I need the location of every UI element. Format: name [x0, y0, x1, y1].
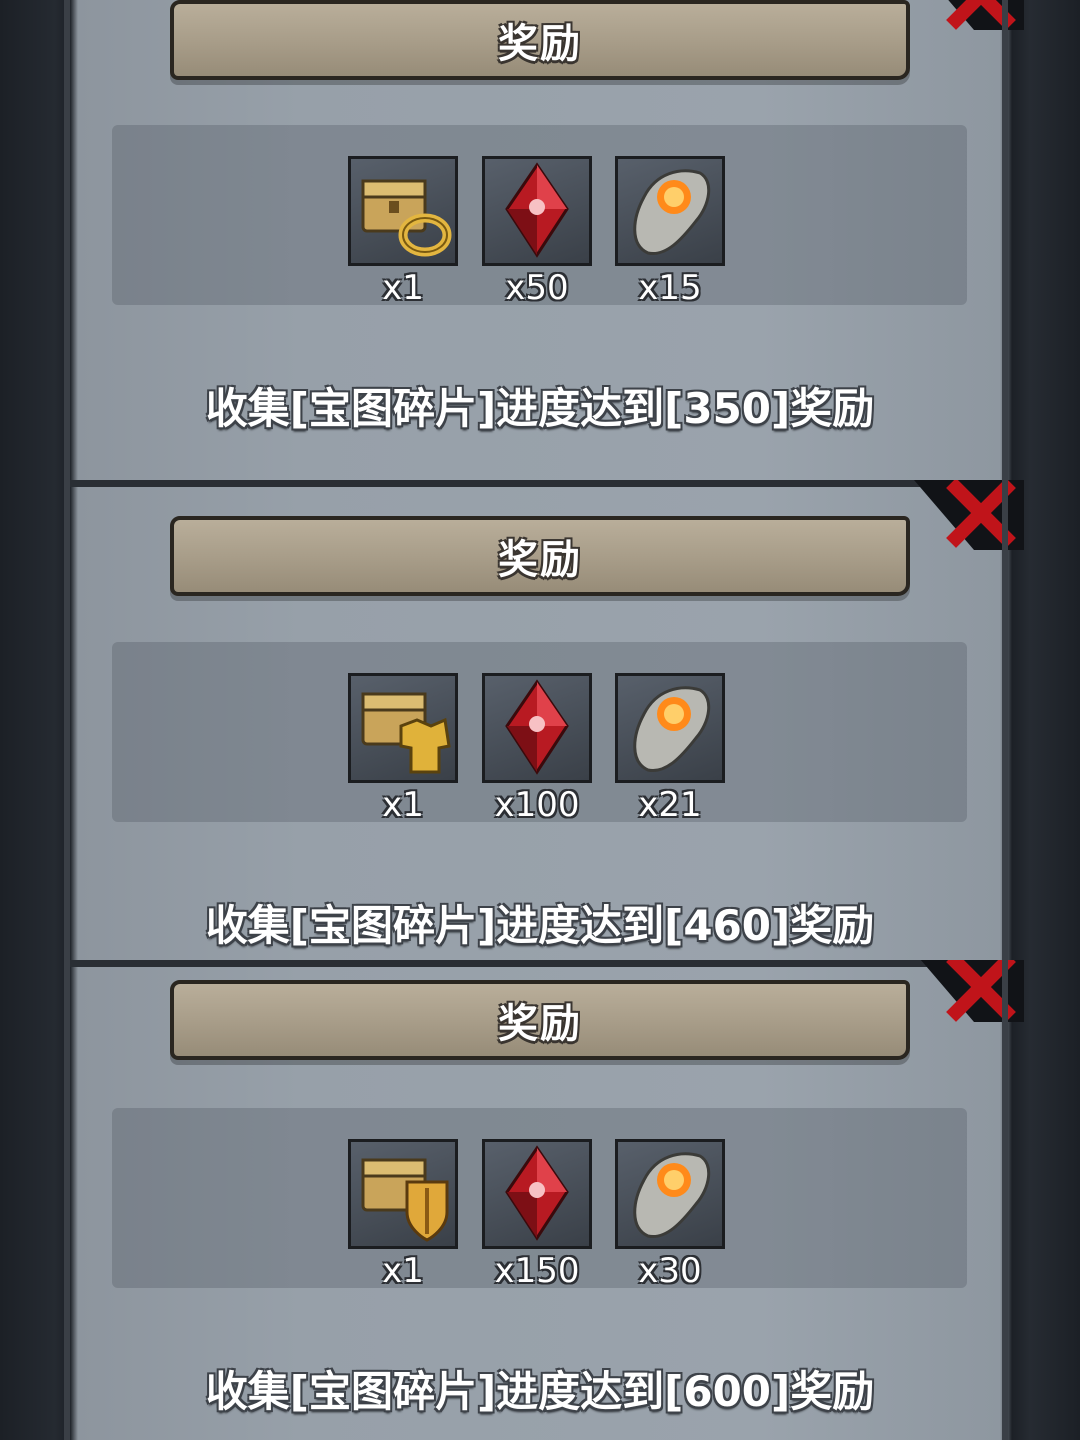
chest-shield-icon — [361, 1158, 449, 1242]
reward-panel-2: 奖励 x1 x100 x21 收集[宝图碎片]进度达到[460]奖励 — [0, 480, 1080, 960]
item-qty: x100 — [494, 785, 580, 825]
banner-title: 奖励 — [498, 537, 582, 583]
progress-description: 收集[宝图碎片]进度达到[460]奖励 — [205, 901, 875, 950]
item-qty: x1 — [382, 268, 424, 308]
item-slot-chest-armor[interactable] — [348, 673, 458, 783]
close-icon[interactable] — [894, 0, 1024, 30]
item-qty: x30 — [638, 1251, 702, 1291]
reward-panel-1: 奖励 x1 x50 x15 收集[宝图碎片]进度达到[350]奖励 — [0, 0, 1080, 480]
item-slot-chest-ring[interactable] — [348, 156, 458, 266]
reward-screens: 奖励 x1 x50 x15 收集[宝图碎片]进度达到[350]奖励 奖励 x1 … — [0, 0, 1080, 1440]
item-slot-fire-stone[interactable] — [615, 156, 725, 266]
item-slot-red-crystal[interactable] — [482, 673, 592, 783]
close-icon[interactable] — [894, 960, 1024, 1022]
reward-panel-3: 奖励 x1 x150 x30 收集[宝图碎片]进度达到[600]奖励 — [0, 960, 1080, 1440]
banner-title: 奖励 — [498, 1001, 582, 1047]
panel-top-border — [70, 480, 1008, 487]
item-qty: x1 — [382, 1251, 424, 1291]
item-slot-fire-stone[interactable] — [615, 1139, 725, 1249]
banner-title: 奖励 — [498, 21, 582, 67]
item-slot-red-crystal[interactable] — [482, 156, 592, 266]
reward-banner: 奖励 — [170, 516, 910, 596]
fire-stone-icon — [633, 169, 711, 256]
progress-description: 收集[宝图碎片]进度达到[600]奖励 — [205, 1367, 875, 1416]
fire-stone-icon — [633, 1152, 711, 1239]
progress-description: 收集[宝图碎片]进度达到[350]奖励 — [205, 384, 875, 433]
red-crystal-icon — [505, 679, 569, 775]
chest-armor-icon — [361, 692, 451, 774]
item-qty: x1 — [382, 785, 424, 825]
item-qty: x50 — [505, 268, 569, 308]
reward-banner: 奖励 — [170, 980, 910, 1060]
red-crystal-icon — [505, 162, 569, 258]
close-icon[interactable] — [894, 480, 1024, 550]
item-qty: x15 — [638, 268, 702, 308]
red-crystal-icon — [505, 1145, 569, 1241]
item-slot-chest-shield[interactable] — [348, 1139, 458, 1249]
item-slot-fire-stone[interactable] — [615, 673, 725, 783]
reward-banner: 奖励 — [170, 0, 910, 80]
panel-top-border — [70, 960, 1008, 967]
item-qty: x21 — [638, 785, 702, 825]
chest-ring-icon — [361, 179, 452, 257]
item-qty: x150 — [494, 1251, 580, 1291]
item-slot-red-crystal[interactable] — [482, 1139, 592, 1249]
fire-stone-icon — [633, 686, 711, 773]
